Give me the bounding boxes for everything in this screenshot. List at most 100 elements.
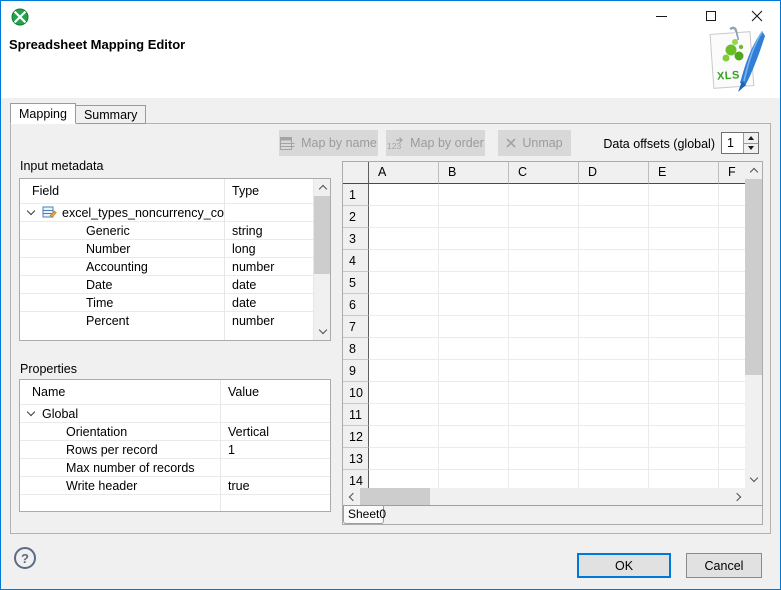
spreadsheet-cell[interactable] — [579, 316, 649, 338]
spreadsheet-cell[interactable] — [649, 426, 719, 448]
spreadsheet-cell[interactable] — [649, 206, 719, 228]
spreadsheet-cell[interactable] — [369, 206, 439, 228]
spreadsheet-cell[interactable] — [439, 228, 509, 250]
column-header-F[interactable]: F — [719, 162, 745, 184]
property-row[interactable]: Rows per record 1 — [20, 440, 330, 458]
spreadsheet-cell[interactable] — [649, 294, 719, 316]
spreadsheet-cell[interactable] — [579, 206, 649, 228]
property-row[interactable]: Max number of records — [20, 458, 330, 476]
spreadsheet-cell[interactable] — [439, 426, 509, 448]
spreadsheet-cell[interactable] — [439, 360, 509, 382]
spreadsheet-cell[interactable] — [719, 206, 745, 228]
row-header-6[interactable]: 6 — [343, 294, 369, 316]
spreadsheet-cell[interactable] — [509, 382, 579, 404]
scroll-left-button[interactable] — [343, 488, 360, 505]
spreadsheet-cell[interactable] — [369, 294, 439, 316]
spreadsheet-cell[interactable] — [649, 382, 719, 404]
spreadsheet-cell[interactable] — [369, 272, 439, 294]
spreadsheet-cell[interactable] — [579, 404, 649, 426]
spreadsheet-cell[interactable] — [509, 206, 579, 228]
spreadsheet-cell[interactable] — [439, 294, 509, 316]
maximize-button[interactable] — [695, 5, 727, 27]
spreadsheet-vertical-scrollbar[interactable] — [745, 162, 762, 488]
spreadsheet-cell[interactable] — [509, 294, 579, 316]
spreadsheet-cell[interactable] — [649, 316, 719, 338]
row-header-10[interactable]: 10 — [343, 382, 369, 404]
row-header-11[interactable]: 11 — [343, 404, 369, 426]
spreadsheet-cell[interactable] — [369, 250, 439, 272]
tree-chevron-down-icon[interactable] — [26, 407, 36, 417]
spreadsheet-cell[interactable] — [649, 360, 719, 382]
spreadsheet-cell[interactable] — [369, 360, 439, 382]
spreadsheet-cell[interactable] — [719, 184, 745, 206]
spreadsheet-cell[interactable] — [579, 360, 649, 382]
spreadsheet-cell[interactable] — [649, 184, 719, 206]
spreadsheet-cell[interactable] — [439, 470, 509, 488]
metadata-field-row[interactable]: Time date — [20, 293, 330, 311]
spreadsheet-cell[interactable] — [369, 228, 439, 250]
spreadsheet-cell[interactable] — [579, 272, 649, 294]
spreadsheet-cell[interactable] — [649, 404, 719, 426]
spreadsheet-cell[interactable] — [439, 272, 509, 294]
spreadsheet-cell[interactable] — [719, 316, 745, 338]
input-metadata-scrollbar[interactable] — [313, 179, 330, 340]
unmap-button[interactable]: Unmap — [498, 130, 571, 156]
spreadsheet-cell[interactable] — [649, 338, 719, 360]
spreadsheet-cell[interactable] — [719, 382, 745, 404]
scrollbar-thumb[interactable] — [745, 179, 762, 375]
spreadsheet-cell[interactable] — [719, 448, 745, 470]
scrollbar-thumb[interactable] — [314, 196, 330, 274]
spreadsheet-cell[interactable] — [369, 184, 439, 206]
column-header-A[interactable]: A — [369, 162, 439, 184]
spreadsheet-cell[interactable] — [579, 448, 649, 470]
spreadsheet-cell[interactable] — [649, 470, 719, 488]
spinner-down-button[interactable] — [744, 143, 758, 153]
spreadsheet-cell[interactable] — [649, 228, 719, 250]
row-header-3[interactable]: 3 — [343, 228, 369, 250]
spreadsheet-cell[interactable] — [509, 316, 579, 338]
tab-mapping[interactable]: Mapping — [10, 103, 76, 124]
spreadsheet-cell[interactable] — [509, 404, 579, 426]
row-header-12[interactable]: 12 — [343, 426, 369, 448]
row-header-4[interactable]: 4 — [343, 250, 369, 272]
property-row[interactable]: Write header true — [20, 476, 330, 494]
spreadsheet-cell[interactable] — [439, 316, 509, 338]
tab-summary[interactable]: Summary — [75, 105, 147, 124]
metadata-field-row[interactable]: Percent number — [20, 311, 330, 329]
value-column-header[interactable]: Value — [220, 385, 330, 399]
help-button[interactable]: ? — [14, 547, 36, 569]
spreadsheet-cell[interactable] — [719, 272, 745, 294]
spreadsheet-cell[interactable] — [579, 228, 649, 250]
spreadsheet-cell[interactable] — [439, 250, 509, 272]
row-header-7[interactable]: 7 — [343, 316, 369, 338]
minimize-button[interactable] — [645, 5, 677, 27]
metadata-field-row[interactable]: Accounting number — [20, 257, 330, 275]
spreadsheet-cell[interactable] — [719, 338, 745, 360]
row-header-14[interactable]: 14 — [343, 470, 369, 488]
column-header-E[interactable]: E — [649, 162, 719, 184]
spreadsheet-cell[interactable] — [649, 272, 719, 294]
row-header-2[interactable]: 2 — [343, 206, 369, 228]
spreadsheet-cell[interactable] — [579, 184, 649, 206]
spreadsheet-cell[interactable] — [579, 250, 649, 272]
spreadsheet-cell[interactable] — [439, 448, 509, 470]
spreadsheet-cell[interactable] — [439, 206, 509, 228]
spreadsheet-cell[interactable] — [579, 426, 649, 448]
spreadsheet-cell[interactable] — [719, 360, 745, 382]
spreadsheet-horizontal-scrollbar[interactable] — [343, 488, 747, 505]
row-header-13[interactable]: 13 — [343, 448, 369, 470]
spreadsheet-cell[interactable] — [719, 294, 745, 316]
spreadsheet-cell[interactable] — [509, 184, 579, 206]
metadata-root-row[interactable]: excel_types_noncurrency_con — [20, 203, 330, 221]
sheet-tab-sheet0[interactable]: Sheet0 — [343, 506, 386, 524]
field-column-header[interactable]: Field — [20, 184, 224, 198]
spreadsheet-cell[interactable] — [369, 404, 439, 426]
spreadsheet-cell[interactable] — [509, 272, 579, 294]
spreadsheet-cell[interactable] — [439, 184, 509, 206]
spreadsheet-cell[interactable] — [509, 448, 579, 470]
spinner-up-button[interactable] — [744, 133, 758, 144]
metadata-field-row[interactable]: Generic string — [20, 221, 330, 239]
properties-group-row[interactable]: Global — [20, 404, 330, 422]
map-by-order-button[interactable]: 123 Map by order — [386, 130, 485, 156]
metadata-field-row[interactable]: Number long — [20, 239, 330, 257]
